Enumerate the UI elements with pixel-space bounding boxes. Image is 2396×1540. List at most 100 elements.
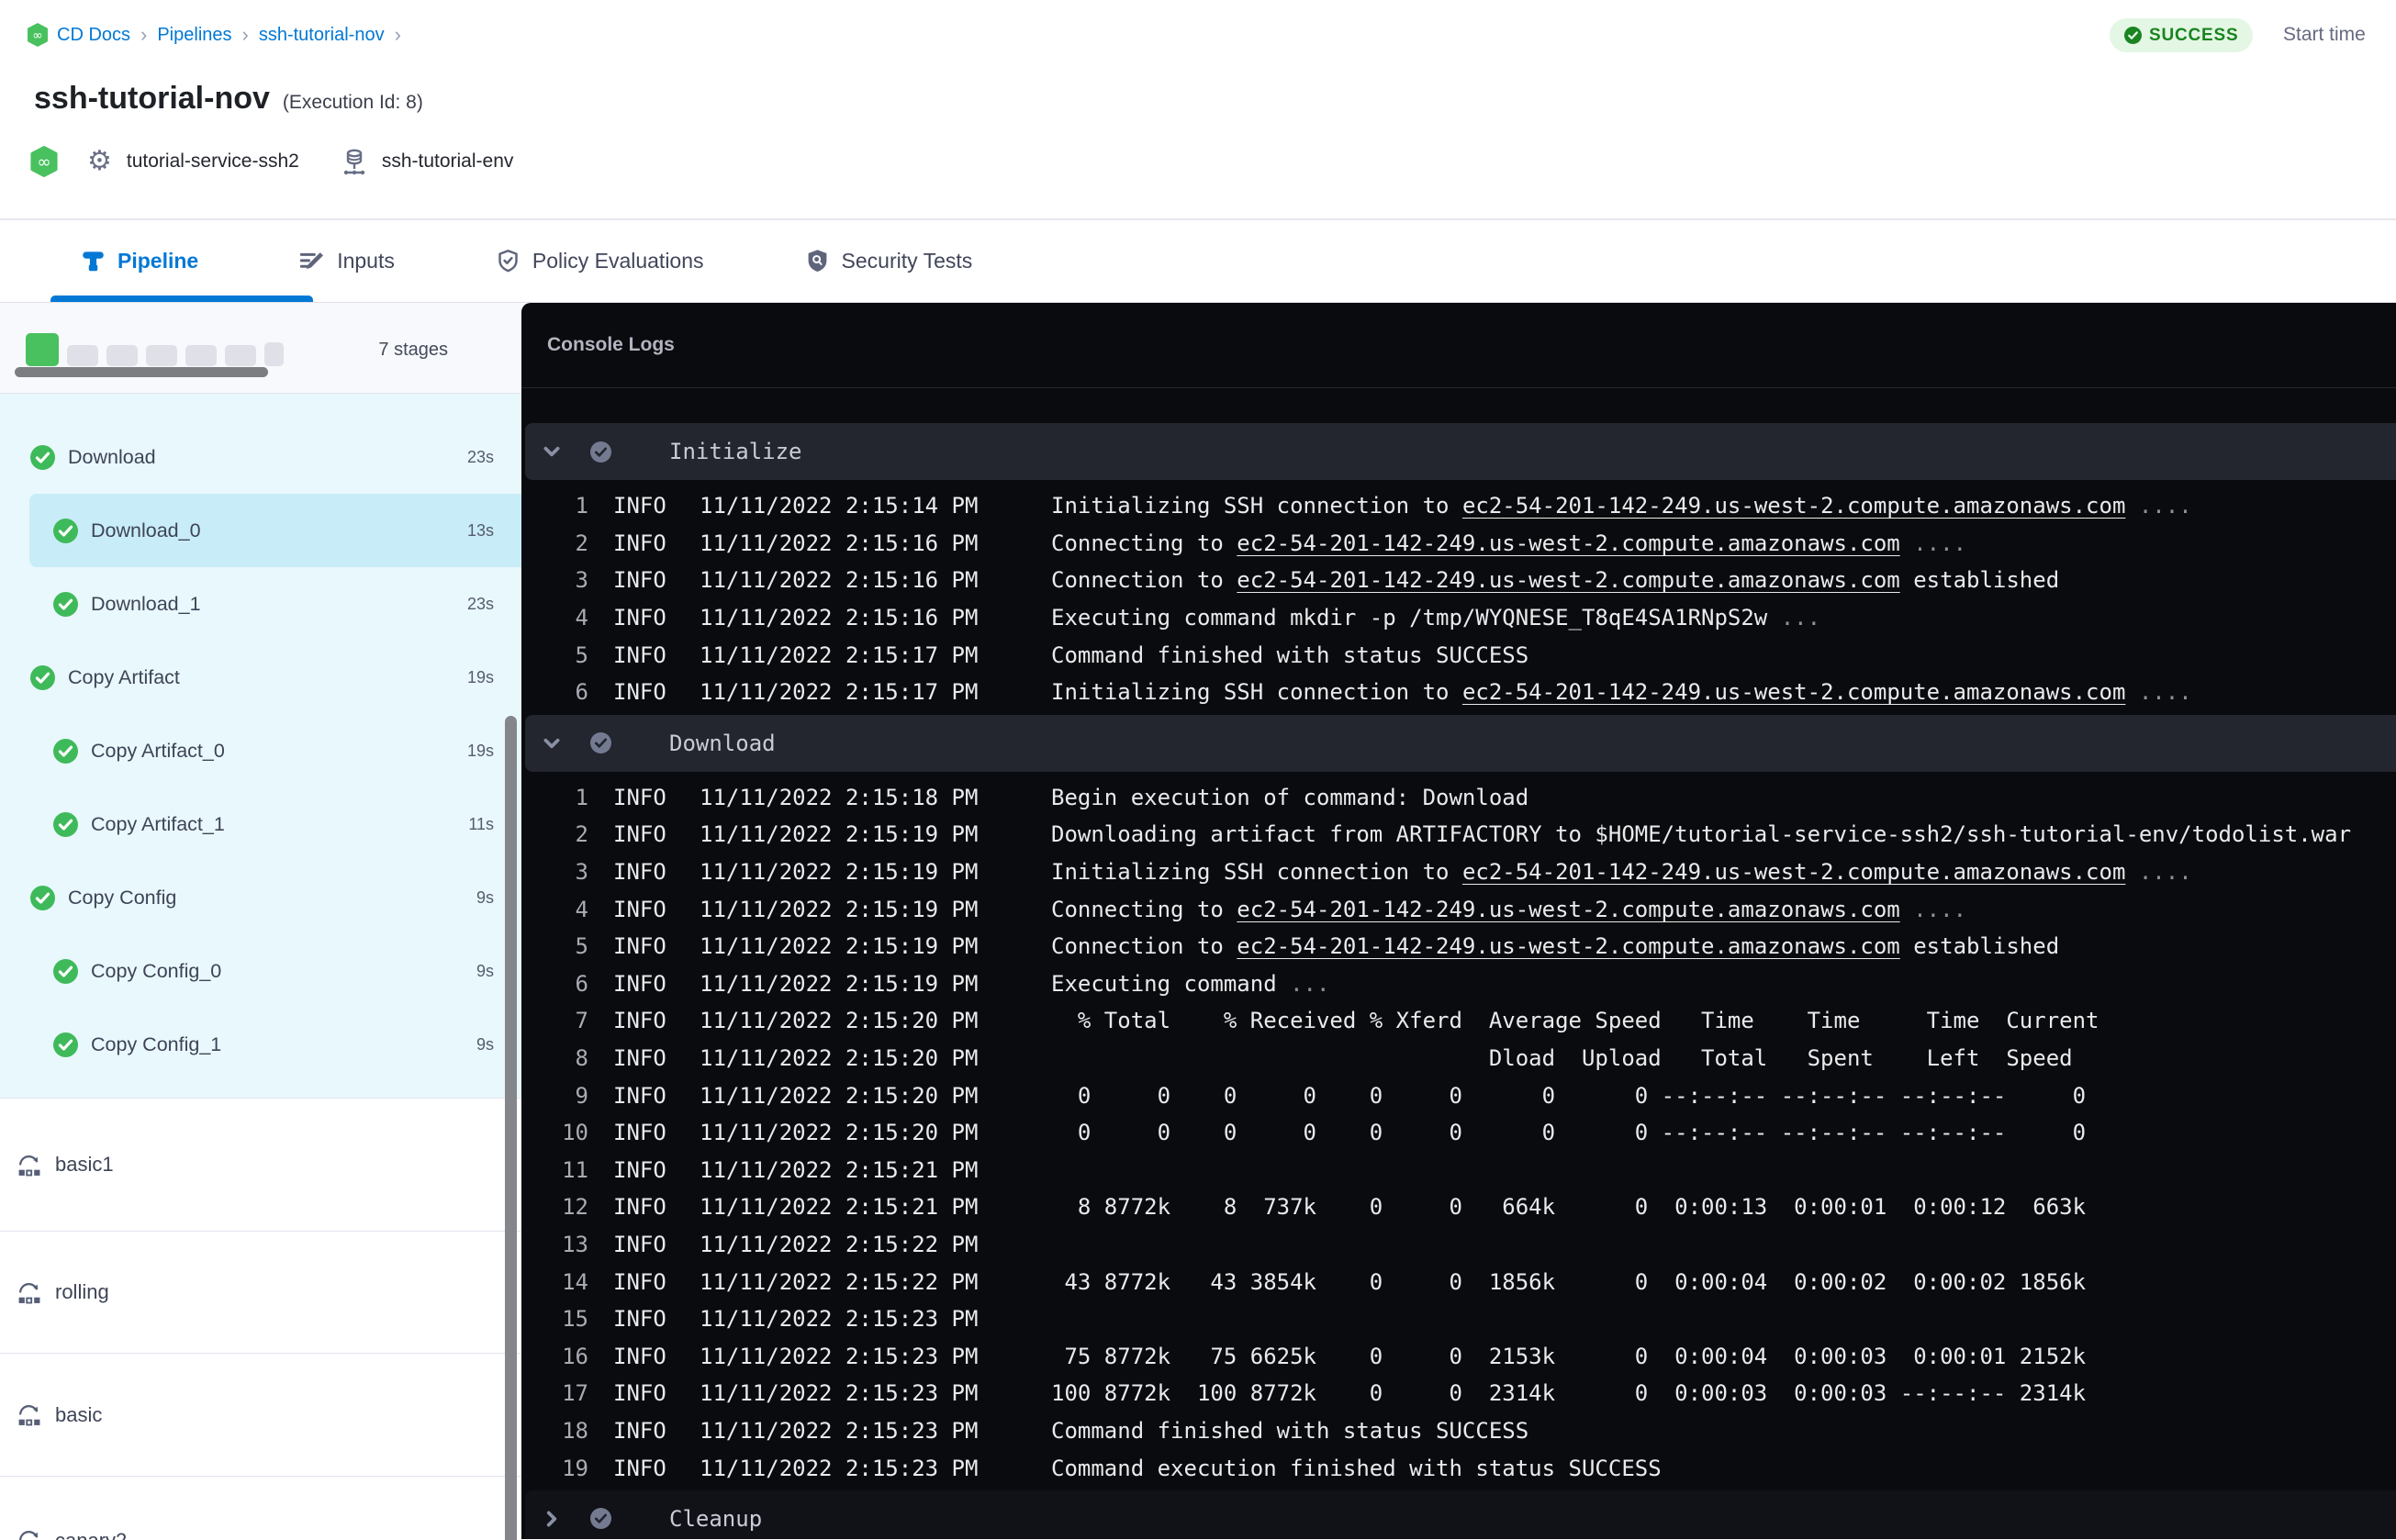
chevron-right-icon: › [394,23,401,46]
stage-row-canary2[interactable]: canary2 [0,1476,521,1540]
log-timestamp: 11/11/2022 2:15:21 PM [700,1156,979,1183]
stage-row-copy-artifact-1[interactable]: Copy Artifact_1 11s [0,787,521,861]
log-line: 15 INFO 11/11/2022 2:15:23 PM [521,1300,2396,1338]
vertical-scrollbar[interactable] [505,716,517,1540]
stage-list: Download 23s Download_0 13s Download_1 23s … [0,394,521,1098]
stage-row-basic1[interactable]: basic1 [0,1098,521,1231]
stage-success-icon [53,738,78,764]
log-section-header-cleanup[interactable]: Cleanup [525,1490,2396,1539]
stage-row-copy-artifact-0[interactable]: Copy Artifact_0 19s [0,714,521,787]
log-text: Connecting to [1051,530,1237,556]
stage-row-copy-config-1[interactable]: Copy Config_1 9s [0,1008,521,1081]
log-message: 8 8772k 8 737k 0 0 664k 0 0:00:13 0:00:0… [1051,1194,2396,1220]
stage-success-icon [53,811,78,837]
stage-label: Download_0 [91,519,201,541]
check-circle-icon [30,444,55,470]
log-line-number: 14 [562,1268,588,1295]
pipeline-icon [81,249,106,273]
stage-success-icon [53,518,78,543]
log-line-number: 6 [575,679,588,706]
stage-success-icon [30,444,55,470]
chevron-right-icon[interactable] [542,1509,562,1529]
step-success-icon [590,1508,611,1530]
log-line: 7 INFO 11/11/2022 2:15:20 PM % Total % Rec… [521,1002,2396,1040]
log-line-number: 18 [562,1417,588,1444]
check-circle-icon [30,664,55,690]
breadcrumb-link-cd-docs[interactable]: CD Docs [57,25,130,46]
log-section-header-initialize[interactable]: Initialize [525,423,2396,480]
console-logs-header: Console Logs [521,303,2396,388]
rolling-deploy-icon [19,1531,39,1540]
chevron-down-icon[interactable] [542,733,562,753]
stage-label: basic [55,1402,103,1426]
log-line: 9 INFO 11/11/2022 2:15:20 PM 0 0 0 0 0 0 0… [521,1077,2396,1114]
log-section-title: Cleanup [669,1505,763,1532]
stage-row-basic[interactable]: basic [0,1353,521,1476]
log-timestamp: 11/11/2022 2:15:17 PM [700,642,979,668]
log-timestamp: 11/11/2022 2:15:19 PM [700,970,979,997]
log-text: Executing command mkdir -p /tmp/WYQNESE_… [1051,605,1768,631]
pipeline-execution-page: ∞ CD Docs › Pipelines › ssh-tutorial-nov… [0,0,2396,1540]
check-circle-icon [590,732,611,754]
stage-row-copy-artifact[interactable]: Copy Artifact 19s [0,641,521,714]
log-timestamp: 11/11/2022 2:15:19 PM [700,896,979,922]
log-link[interactable]: ec2-54-201-142-249.us-west-2.compute.ama… [1237,897,1899,922]
environment-name[interactable]: ssh-tutorial-env [382,151,514,173]
stage-row-download[interactable]: Download 23s [0,420,521,494]
service-name[interactable]: tutorial-service-ssh2 [127,151,299,173]
log-text: established [1899,933,2060,960]
log-text: ... [1767,605,1821,631]
breadcrumb-link-pipelines[interactable]: Pipelines [157,25,231,46]
tab-pipeline[interactable]: Pipeline [50,220,314,302]
horizontal-scrollbar[interactable] [15,367,268,377]
log-line-number: 4 [575,605,588,631]
stage-row-copy-config-0[interactable]: Copy Config_0 9s [0,934,521,1008]
log-message: Connection to ec2-54-201-142-249.us-west… [1051,933,2396,959]
rolling-deploy-icon [17,1528,41,1540]
log-link[interactable]: ec2-54-201-142-249.us-west-2.compute.ama… [1462,679,2125,705]
log-message: Connection to ec2-54-201-142-249.us-west… [1051,567,2396,593]
log-level: INFO [613,970,666,997]
check-circle-icon [30,885,55,910]
stage-duration: 11s [468,814,494,833]
log-link[interactable]: ec2-54-201-142-249.us-west-2.compute.ama… [1237,530,1899,556]
log-text: 0 0 0 0 0 0 0 0 --:--:-- --:--:-- --:--:… [1051,1082,2087,1109]
tab-security-tests[interactable]: Security Tests [805,220,972,302]
log-timestamp: 11/11/2022 2:15:20 PM [700,1120,979,1146]
log-level: INFO [613,1082,666,1109]
rolling-deploy-icon [17,1280,41,1305]
log-timestamp: 11/11/2022 2:15:16 PM [700,530,979,556]
log-level: INFO [613,605,666,631]
log-link[interactable]: ec2-54-201-142-249.us-west-2.compute.ama… [1237,933,1899,959]
chevron-down-icon[interactable] [542,441,562,462]
stage-progress-segment [225,345,256,366]
stage-duration: 9s [476,961,494,980]
log-link[interactable]: ec2-54-201-142-249.us-west-2.compute.ama… [1462,859,2125,885]
log-line: 1 INFO 11/11/2022 2:15:18 PM Begin executio… [521,779,2396,817]
stage-label: Copy Config_1 [91,1032,222,1055]
log-text: Command finished with status SUCCESS [1051,642,1529,668]
log-text: ... [1276,970,1330,997]
stage-row-copy-config[interactable]: Copy Config 9s [0,861,521,934]
log-timestamp: 11/11/2022 2:15:20 PM [700,1082,979,1109]
log-timestamp: 11/11/2022 2:15:23 PM [700,1306,979,1333]
log-message: 0 0 0 0 0 0 0 0 --:--:-- --:--:-- --:--:… [1051,1120,2396,1145]
log-link[interactable]: ec2-54-201-142-249.us-west-2.compute.ama… [1462,493,2125,519]
log-line-number: 3 [575,859,588,886]
stage-row-download-0[interactable]: Download_0 13s [29,494,521,567]
log-message: Dload Upload Total Spent Left Speed [1051,1045,2396,1071]
tab-policy-evaluations[interactable]: Policy Evaluations [496,220,704,302]
breadcrumb-link-pipeline-name[interactable]: ssh-tutorial-nov [259,25,385,46]
log-link[interactable]: ec2-54-201-142-249.us-west-2.compute.ama… [1237,567,1899,593]
svg-text:∞: ∞ [32,28,42,43]
stage-success-icon [53,591,78,617]
log-line: 18 INFO 11/11/2022 2:15:23 PM Command finis… [521,1412,2396,1450]
stage-row-rolling[interactable]: rolling [0,1231,521,1353]
log-section-header-download[interactable]: Download [525,714,2396,772]
log-line-number: 5 [575,642,588,668]
stage-row-download-1[interactable]: Download_1 23s [0,567,521,641]
tab-inputs[interactable]: Inputs [299,220,395,302]
service-gear-icon: ⚙ [87,146,112,176]
log-line: 14 INFO 11/11/2022 2:15:22 PM 43 8772k 43 … [521,1263,2396,1300]
log-level: INFO [613,784,666,810]
